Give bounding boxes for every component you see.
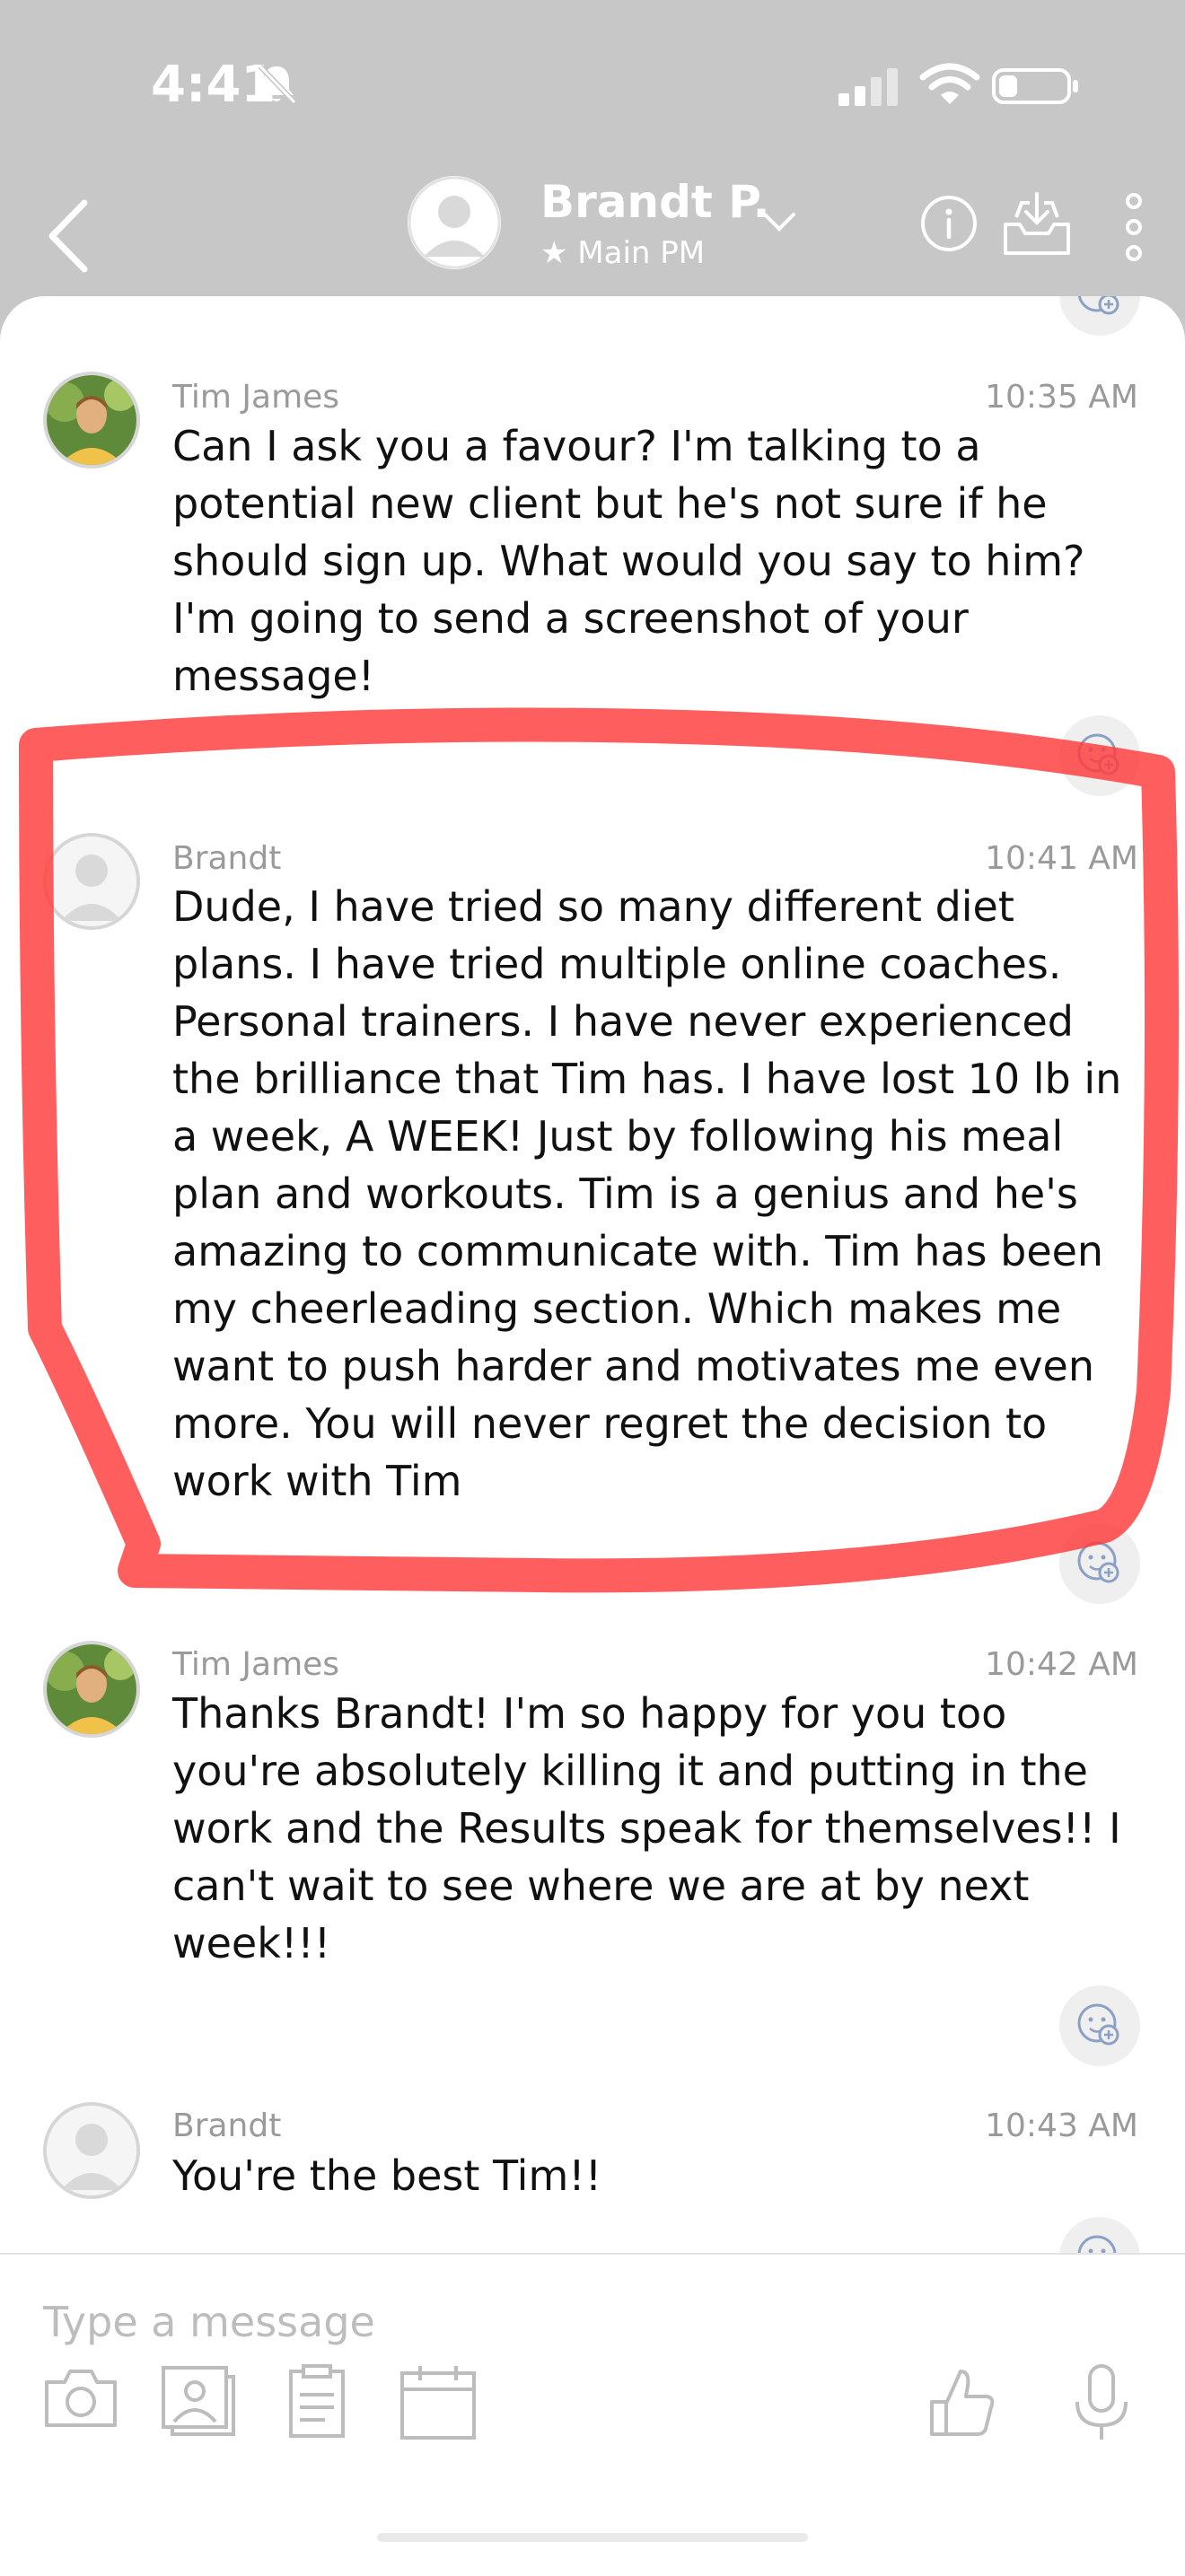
message-composer: Type a message	[0, 2253, 1185, 2576]
message-time: 10:35 AM	[985, 379, 1138, 416]
message-text: Can I ask you a favour? I'm talking to a…	[172, 422, 1085, 700]
sender-name: Tim James	[172, 379, 340, 416]
wifi-icon	[919, 63, 980, 104]
thumbs-up-icon[interactable]	[925, 2362, 996, 2440]
battery-icon	[992, 68, 1078, 104]
contact-avatar[interactable]	[408, 176, 501, 269]
message-text: Dude, I have tried so many different die…	[172, 882, 1122, 1505]
bell-muted-icon	[258, 64, 297, 105]
message-time: 10:41 AM	[985, 840, 1138, 877]
chat-panel[interactable]: Tim James 10:35 AM Can I ask you a favou…	[0, 296, 1185, 2574]
avatar-brandt[interactable]	[43, 833, 140, 930]
message-text: Thanks Brandt! I'm so happy for you too …	[172, 1689, 1121, 1967]
info-icon[interactable]	[919, 194, 979, 253]
avatar-tim-james[interactable]	[43, 372, 140, 469]
add-reaction-button[interactable]	[1059, 1985, 1140, 2066]
message-time: 10:42 AM	[985, 1646, 1138, 1683]
chevron-down-icon[interactable]	[761, 210, 797, 233]
add-reaction-button[interactable]	[1059, 715, 1140, 796]
sender-name: Brandt	[172, 840, 282, 877]
add-reaction-button[interactable]	[1059, 1523, 1140, 1604]
contact-subtitle: ★ Main PM	[540, 235, 706, 271]
contact-name[interactable]: Brandt P.	[540, 176, 770, 228]
message-time: 10:43 AM	[985, 2107, 1138, 2144]
document-icon[interactable]	[285, 2362, 348, 2440]
inbox-download-icon[interactable]	[1000, 190, 1074, 258]
message-input[interactable]: Type a message	[43, 2298, 375, 2346]
add-reaction-button[interactable]	[1059, 296, 1140, 336]
sender-name: Brandt	[172, 2107, 282, 2144]
message-text: You're the best Tim!!	[172, 2151, 602, 2200]
camera-icon[interactable]	[41, 2362, 120, 2431]
microphone-icon[interactable]	[1070, 2362, 1133, 2445]
signal-icon	[838, 68, 898, 106]
avatar-tim-james[interactable]	[43, 1641, 140, 1738]
home-indicator	[377, 2533, 808, 2542]
status-bar: 4:41	[0, 0, 1185, 171]
photo-gallery-icon[interactable]	[158, 2362, 239, 2438]
sender-name: Tim James	[172, 1646, 340, 1683]
calendar-icon[interactable]	[397, 2362, 479, 2441]
more-options-icon[interactable]	[1120, 192, 1147, 262]
back-arrow-icon[interactable]	[41, 196, 95, 276]
avatar-brandt[interactable]	[43, 2102, 140, 2199]
